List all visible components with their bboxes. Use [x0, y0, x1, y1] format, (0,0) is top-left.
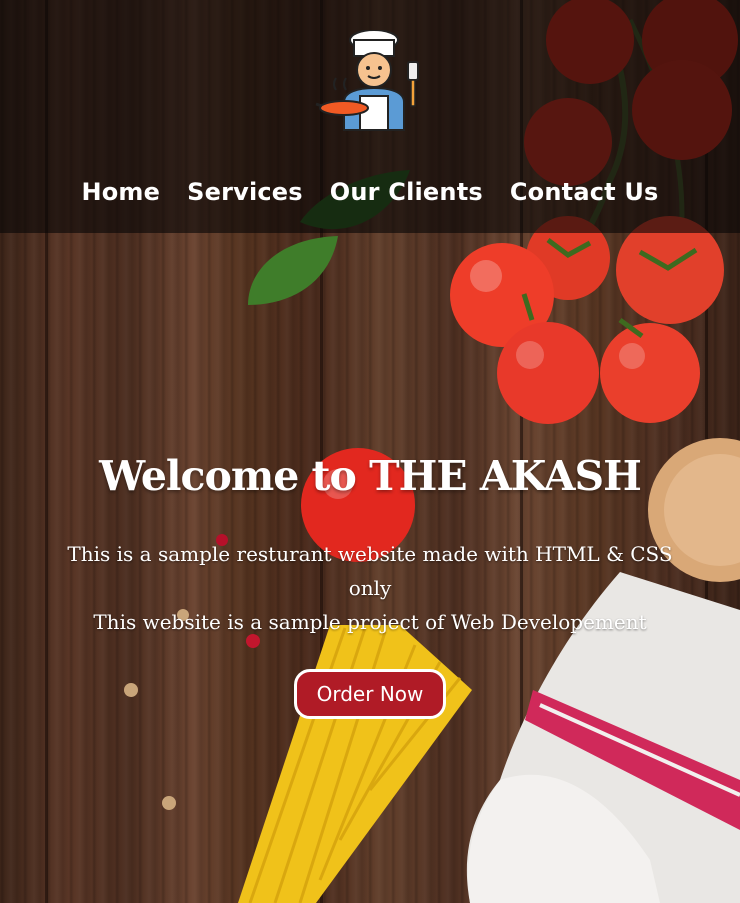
nav-services-link[interactable]: Services: [187, 172, 303, 212]
tomato: [497, 322, 599, 424]
hero-line-2: This website is a sample project of Web …: [93, 610, 647, 634]
chef-cooking-icon[interactable]: [314, 30, 426, 134]
nav-contact-us-link[interactable]: Contact Us: [510, 172, 659, 212]
site-header: Home Services Our Clients Contact Us: [0, 0, 740, 233]
nav-home-link[interactable]: Home: [81, 172, 160, 212]
spaghetti-bundle: [238, 625, 472, 903]
hero-title: Welcome to THE AKASH: [99, 452, 642, 500]
hero-line-1: This is a sample resturant website made …: [67, 542, 673, 600]
basil-leaf: [248, 236, 338, 305]
tomato: [600, 323, 700, 423]
order-now-button[interactable]: Order Now: [294, 669, 446, 719]
nav-our-clients-link[interactable]: Our Clients: [330, 172, 483, 212]
hero-description: This is a sample resturant website made …: [50, 537, 690, 639]
main-nav: Home Services Our Clients Contact Us: [0, 172, 740, 212]
